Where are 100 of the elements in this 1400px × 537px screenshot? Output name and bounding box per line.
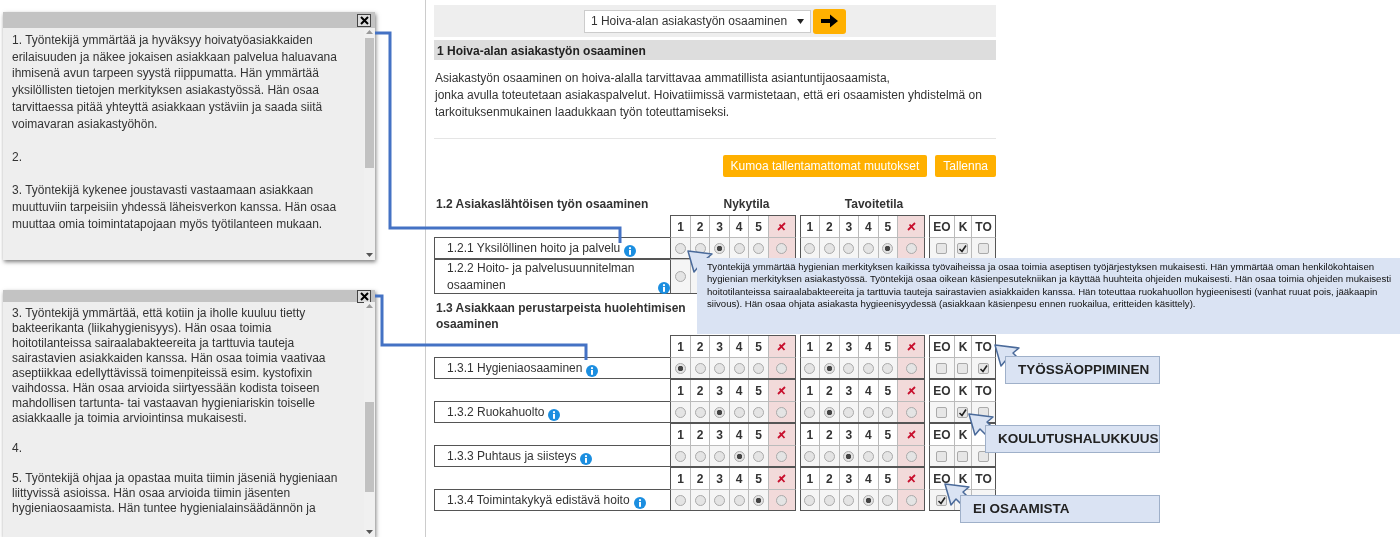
radio-button[interactable]	[905, 450, 917, 462]
radio-button[interactable]	[733, 362, 745, 374]
radio-button[interactable]	[694, 362, 706, 374]
radio-button[interactable]	[694, 406, 706, 418]
radio-button[interactable]	[714, 494, 726, 506]
description-text: 5. Työntekijä ohjaa ja opastaa muita tiimin jäseniä hygieniaan liittyvissä asioissa. Hän osaa arvioida tiimin jäsenten hygieniaosaamista. Hän tuntee hygienialainsäädännön ja	[12, 471, 339, 516]
radio-button[interactable]	[753, 494, 765, 506]
radio-button[interactable]	[733, 450, 745, 462]
checkbox[interactable]	[978, 362, 989, 374]
radio-button[interactable]	[882, 242, 894, 254]
radio-button[interactable]	[804, 494, 816, 506]
info-icon[interactable]	[633, 496, 646, 509]
radio-button[interactable]	[733, 406, 745, 418]
go-button[interactable]	[813, 8, 847, 34]
checkbox[interactable]	[957, 362, 969, 374]
radio-button[interactable]	[776, 242, 788, 254]
radio-button[interactable]	[675, 406, 687, 418]
info-icon[interactable]	[580, 452, 593, 465]
radio-button[interactable]	[905, 494, 917, 506]
radio-button[interactable]	[862, 494, 874, 506]
radio-button[interactable]	[823, 406, 835, 418]
checkbox[interactable]	[957, 242, 969, 254]
radio-button[interactable]	[804, 450, 816, 462]
radio-button[interactable]	[675, 450, 687, 462]
info-icon[interactable]	[658, 281, 671, 294]
radio-button[interactable]	[753, 242, 765, 254]
info-icon[interactable]	[586, 364, 599, 377]
info-icon[interactable]	[624, 244, 637, 257]
radio-button[interactable]	[804, 362, 816, 374]
item-label: 1.2.1 Yksilöllinen hoito ja palvelu	[447, 239, 621, 257]
radio-button[interactable]	[862, 450, 874, 462]
radio-button[interactable]	[905, 362, 917, 374]
section-title: 1 Hoiva-alan asiakastyön osaaminen	[434, 40, 996, 60]
cross-icon	[776, 385, 788, 396]
group-title: 1.3 Asiakkaan perustarpeista huolehtimisen osaaminen	[435, 300, 687, 333]
scrollbar[interactable]	[364, 302, 375, 537]
radio-button[interactable]	[733, 494, 745, 506]
radio-button[interactable]	[675, 271, 687, 282]
info-icon[interactable]	[548, 408, 561, 421]
radio-button[interactable]	[843, 494, 855, 506]
radio-button[interactable]	[733, 242, 745, 254]
radio-button[interactable]	[804, 242, 816, 254]
radio-button[interactable]	[714, 450, 726, 462]
radio-button[interactable]	[823, 242, 835, 254]
radio-button[interactable]	[882, 450, 894, 462]
radio-button[interactable]	[862, 242, 874, 254]
checkbox[interactable]	[936, 362, 948, 374]
radio-button[interactable]	[753, 362, 765, 374]
scrollbar[interactable]	[364, 28, 375, 260]
up-arrow-icon[interactable]	[366, 30, 373, 34]
down-arrow-icon[interactable]	[366, 530, 373, 534]
down-arrow-icon[interactable]	[366, 253, 373, 257]
radio-button[interactable]	[843, 242, 855, 254]
radio-button[interactable]	[804, 406, 816, 418]
radio-button[interactable]	[714, 362, 726, 374]
radio-button[interactable]	[714, 242, 726, 254]
radio-button[interactable]	[843, 362, 855, 374]
save-button[interactable]: Tallenna	[935, 155, 996, 177]
radio-button[interactable]	[843, 450, 855, 462]
radio-button[interactable]	[675, 494, 687, 506]
checkbox[interactable]	[936, 494, 948, 506]
cross-icon	[905, 341, 917, 352]
radio-button[interactable]	[694, 450, 706, 462]
close-button[interactable]	[357, 290, 371, 303]
callout-label: KOULUTUSHALUKKUUS	[985, 425, 1160, 453]
checkbox[interactable]	[936, 450, 948, 462]
radio-button[interactable]	[675, 362, 687, 374]
callout-label: EI OSAAMISTA	[960, 495, 1160, 523]
radio-button[interactable]	[753, 450, 765, 462]
radio-button[interactable]	[882, 494, 894, 506]
radio-button[interactable]	[862, 362, 874, 374]
up-arrow-icon[interactable]	[366, 304, 373, 308]
intro-text: Asiakastyön osaaminen on hoiva-alalla tarvittavaa ammatillista asiantuntijaosaamista,	[435, 70, 891, 87]
checkbox[interactable]	[957, 450, 969, 462]
radio-button[interactable]	[776, 494, 788, 506]
radio-button[interactable]	[823, 450, 835, 462]
radio-button[interactable]	[905, 406, 917, 418]
radio-button[interactable]	[862, 406, 874, 418]
checkbox[interactable]	[936, 242, 948, 254]
radio-button[interactable]	[823, 494, 835, 506]
radio-button[interactable]	[776, 406, 788, 418]
callout-label: TYÖSSÄOPPIMINEN	[1005, 356, 1160, 384]
radio-button[interactable]	[753, 406, 765, 418]
radio-button[interactable]	[823, 362, 835, 374]
description-text: 1. Työntekijä ymmärtää ja hyväksyy hoivatyöasiakkaiden erilaisuuden ja näkee jokaisen asiakkaan palvelua haluavana ihmisenä avun tarpeen syystä riippumatta. Hän ymmärtää yksilöllisten tietojen merkityksen asiakastyössä. Hän osaa tarvittaessa pitää yhteyttä asiakkaan ystäviin ja saada siitä voimavaran asiakastyöhön.	[12, 32, 338, 133]
radio-button[interactable]	[882, 406, 894, 418]
item-label: 1.3.3 Puhtaus ja siisteys	[447, 447, 577, 465]
radio-button[interactable]	[776, 362, 788, 374]
intro-text: jonka avulla toteutetaan asiakaspalvelut. Hoivatiimissä varmistetaan, että eri osaamisten yhdistelmä on tarkoituksenmukainen laadukkaan työn toteuttamiseksi.	[435, 87, 983, 121]
close-button[interactable]	[357, 13, 371, 27]
dropdown[interactable]: 1 Hoiva-alan asiakastyön osaaminen	[583, 9, 812, 33]
radio-button[interactable]	[843, 406, 855, 418]
radio-button[interactable]	[882, 362, 894, 374]
radio-button[interactable]	[714, 406, 726, 418]
checkbox[interactable]	[978, 242, 989, 254]
radio-button[interactable]	[776, 450, 788, 462]
radio-button[interactable]	[694, 494, 706, 506]
radio-button[interactable]	[905, 242, 917, 254]
radio-button[interactable]	[675, 242, 687, 254]
undo-button[interactable]: Kumoa tallentamattomat muutokset	[722, 155, 928, 177]
